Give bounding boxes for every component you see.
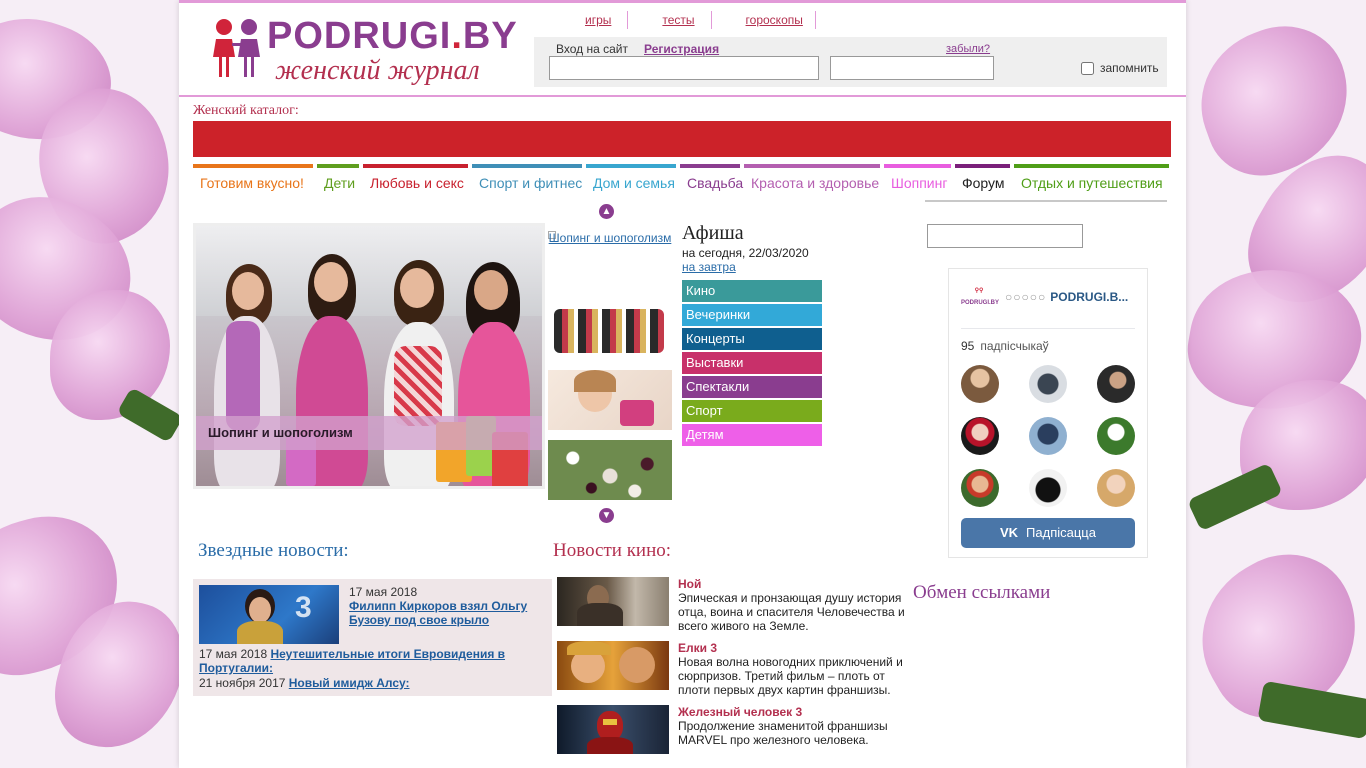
avatar[interactable]: [1097, 469, 1135, 507]
list-item: Елки 3 Новая волна новогодних приключени…: [557, 641, 907, 705]
remember-checkbox[interactable]: [1081, 61, 1094, 75]
category-nav-item[interactable]: Любовь и секс: [363, 164, 468, 192]
star-news-item: 17 мая 2018 Неутешительные итоги Евровид…: [199, 647, 544, 675]
afisha-item[interactable]: Концерты: [682, 328, 822, 350]
login-box: Вход на сайт Регистрация забыли? запомни…: [534, 37, 1167, 87]
movie-title[interactable]: Железный человек 3: [678, 705, 906, 719]
avatar[interactable]: [961, 469, 999, 507]
vk-group-logo: ⚲⚲ PODRUGI.BY: [961, 288, 1000, 306]
afisha-item[interactable]: Спорт: [682, 400, 822, 422]
afisha-list: Кино Вечеринки Концерты Выставки Спектакли Сп…: [682, 280, 822, 446]
top-nav: игры тесты гороскопы: [569, 11, 816, 29]
girls-logo-icon: [213, 19, 260, 77]
slider-thumbnails: ▲ Шопинг и шопоголизм ▼: [548, 204, 672, 523]
star-news-image[interactable]: 3: [199, 585, 339, 644]
brand-name: PODRUGI.BY: [267, 15, 518, 57]
category-nav-item[interactable]: Красота и здоровье: [744, 164, 880, 192]
avatar[interactable]: [1029, 469, 1067, 507]
afisha-tomorrow-link[interactable]: на завтра: [682, 260, 736, 274]
brand-tagline: женский журнал: [275, 55, 480, 86]
movie-description: Продолжение знаменитой франшизы MARVEL п…: [678, 719, 888, 747]
site-logo[interactable]: PODRUGI.BY женский журнал: [211, 15, 521, 87]
vk-header[interactable]: ⚲⚲ PODRUGI.BY ○○○○○ PODRUGI.B...: [961, 285, 1128, 309]
news-link[interactable]: Филипп Киркоров взял Ольгу Бузову под св…: [349, 599, 527, 627]
avatar[interactable]: [1097, 417, 1135, 455]
top-nav-tests[interactable]: тесты: [628, 11, 712, 29]
star-news-item: 21 ноября 2017 Новый имидж Алсу:: [199, 676, 544, 690]
slider-caption[interactable]: Шопинг и шопоголизм: [196, 416, 542, 450]
register-link[interactable]: Регистрация: [644, 42, 719, 56]
star-news-item: 17 мая 2018 Филипп Киркоров взял Ольгу Б…: [349, 585, 545, 627]
top-nav-horoscopes[interactable]: гороскопы: [712, 11, 816, 29]
movie-description: Новая волна новогодних приключений и сюр…: [678, 655, 903, 697]
list-item: Железный человек 3 Продолжение знаменито…: [557, 705, 907, 768]
movie-poster-iron-man[interactable]: [557, 705, 669, 754]
vk-subscribe-button[interactable]: VK Падпісацца: [961, 518, 1135, 548]
password-input[interactable]: [830, 56, 994, 80]
category-nav-divider: [925, 200, 1167, 202]
star-news-block: 3 17 мая 2018 Филипп Киркоров взял Ольгу…: [193, 579, 552, 696]
catalog-label: Женский каталог:: [193, 103, 299, 118]
news-link[interactable]: Новый имидж Алсу:: [289, 676, 410, 690]
afisha-item[interactable]: Вечеринки: [682, 304, 822, 326]
top-nav-games[interactable]: игры: [569, 11, 629, 29]
category-nav-item[interactable]: Отдых и путешествия: [1014, 164, 1169, 192]
movie-poster-noah[interactable]: [557, 577, 669, 626]
search-input[interactable]: [927, 224, 1083, 248]
forgot-password-link[interactable]: забыли?: [946, 43, 990, 55]
avatar[interactable]: [961, 365, 999, 403]
avatar[interactable]: [1029, 365, 1067, 403]
list-item: Ной Эпическая и пронзающая душу история …: [557, 577, 907, 641]
featured-slider[interactable]: Шопинг и шопоголизм: [193, 223, 545, 489]
link-exchange-title: Обмен ссылками: [913, 582, 1051, 603]
category-nav-item[interactable]: Дом и семья: [586, 164, 676, 192]
vk-subscriber-count: 95 падпісчыкаў: [961, 339, 1049, 353]
thumb-cosmetics[interactable]: [548, 299, 672, 359]
movie-title[interactable]: Елки 3: [678, 641, 906, 655]
vk-avatar-grid: [961, 365, 1137, 507]
vk-widget: ⚲⚲ PODRUGI.BY ○○○○○ PODRUGI.B... 95 падпісч…: [948, 268, 1148, 558]
username-input[interactable]: [549, 56, 819, 80]
thumb-child[interactable]: [548, 370, 672, 430]
afisha-item[interactable]: Выставки: [682, 352, 822, 374]
afisha-item[interactable]: Детям: [682, 424, 822, 446]
category-nav-item[interactable]: Свадьба: [680, 164, 743, 192]
kino-news-title: Новости кино:: [553, 540, 672, 561]
afisha-item[interactable]: Кино: [682, 280, 822, 302]
avatar[interactable]: [1097, 365, 1135, 403]
kino-news-list: Ной Эпическая и пронзающая душу история …: [557, 577, 907, 768]
movie-title[interactable]: Ной: [678, 577, 906, 591]
thumb-link-shopping[interactable]: Шопинг и шопоголизм: [548, 231, 672, 245]
news-date: 21 ноября 2017: [199, 676, 286, 690]
page-container: PODRUGI.BY женский журнал игры тесты гор…: [179, 0, 1186, 768]
avatar[interactable]: [961, 417, 999, 455]
afisha-item[interactable]: Спектакли: [682, 376, 822, 398]
chevron-up-icon[interactable]: ▲: [599, 204, 614, 219]
thumb-salad[interactable]: [548, 440, 672, 500]
afisha-title: Афиша: [682, 222, 744, 244]
login-label: Вход на сайт: [556, 42, 628, 56]
header-divider: [179, 95, 1186, 97]
afisha-today: на сегодня, 22/03/2020: [682, 246, 809, 260]
category-nav-item[interactable]: Готовим вкусно!: [193, 164, 313, 192]
vk-divider: [961, 328, 1135, 329]
movie-poster-yolki[interactable]: [557, 641, 669, 690]
avatar[interactable]: [1029, 417, 1067, 455]
category-nav-item[interactable]: Спорт и фитнес: [472, 164, 582, 192]
category-nav-item[interactable]: Дети: [317, 164, 359, 192]
remember-label: запомнить: [1100, 61, 1159, 75]
chevron-down-icon[interactable]: ▼: [599, 508, 614, 523]
remember-me[interactable]: запомнить: [1081, 61, 1159, 75]
movie-description: Эпическая и пронзающая душу история отца…: [678, 591, 905, 633]
vk-group-title[interactable]: ○○○○○ PODRUGI.B...: [1005, 290, 1128, 304]
vk-icon: VK: [999, 525, 1019, 540]
star-news-title: Звездные новости:: [198, 540, 349, 561]
category-nav-item[interactable]: Форум: [955, 164, 1010, 192]
catalog-banner[interactable]: [193, 121, 1171, 157]
category-nav-item[interactable]: Шоппинг: [884, 164, 951, 192]
category-nav: Готовим вкусно! Дети Любовь и секс Спорт и …: [193, 164, 1169, 192]
afisha-panel: Афиша на сегодня, 22/03/2020 на завтра К…: [682, 222, 822, 448]
news-date: 17 мая 2018: [199, 647, 268, 661]
news-date: 17 мая 2018: [349, 585, 418, 599]
